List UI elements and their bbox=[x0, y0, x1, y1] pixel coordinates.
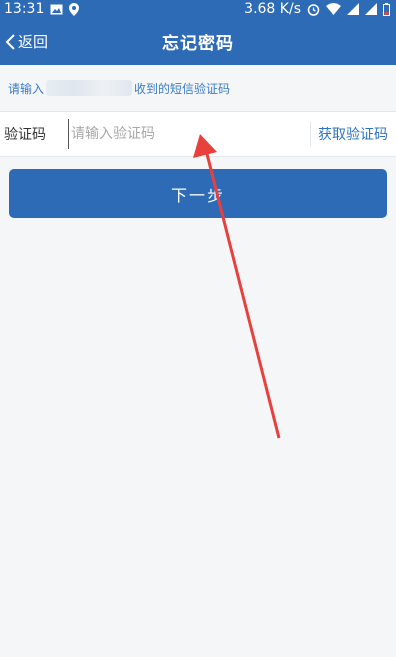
verification-code-label: 验证码 bbox=[4, 127, 46, 143]
status-right: 3.68 K/s bbox=[244, 1, 390, 17]
battery-icon bbox=[383, 2, 390, 16]
chevron-left-icon bbox=[4, 33, 16, 51]
status-time: 13:31 bbox=[4, 1, 45, 17]
network-speed: 3.68 K/s bbox=[244, 1, 301, 17]
verification-code-row: 验证码 获取验证码 bbox=[0, 111, 396, 157]
hint-suffix: 收到的短信验证码 bbox=[134, 81, 231, 96]
verification-code-input[interactable] bbox=[68, 119, 303, 149]
page-title: 忘记密码 bbox=[162, 34, 234, 54]
next-button[interactable]: 下一步 bbox=[9, 169, 387, 218]
hint-prefix: 请输入 bbox=[8, 81, 45, 96]
sms-hint: 请输入 收到的短信验证码 bbox=[0, 65, 396, 111]
divider bbox=[310, 122, 311, 146]
signal-icon bbox=[347, 3, 359, 15]
wifi-icon bbox=[326, 3, 341, 15]
image-icon bbox=[50, 4, 63, 15]
alarm-icon bbox=[307, 3, 320, 16]
back-button[interactable]: 返回 bbox=[4, 18, 48, 65]
back-label: 返回 bbox=[18, 33, 49, 51]
status-bar: 13:31 3.68 K/s bbox=[0, 0, 396, 18]
masked-phone-number bbox=[46, 80, 133, 96]
location-pin-icon bbox=[69, 2, 80, 16]
nav-bar: 返回 忘记密码 bbox=[0, 18, 396, 65]
signal-icon bbox=[365, 3, 377, 15]
status-left: 13:31 bbox=[4, 1, 80, 17]
get-code-button[interactable]: 获取验证码 bbox=[318, 112, 388, 156]
